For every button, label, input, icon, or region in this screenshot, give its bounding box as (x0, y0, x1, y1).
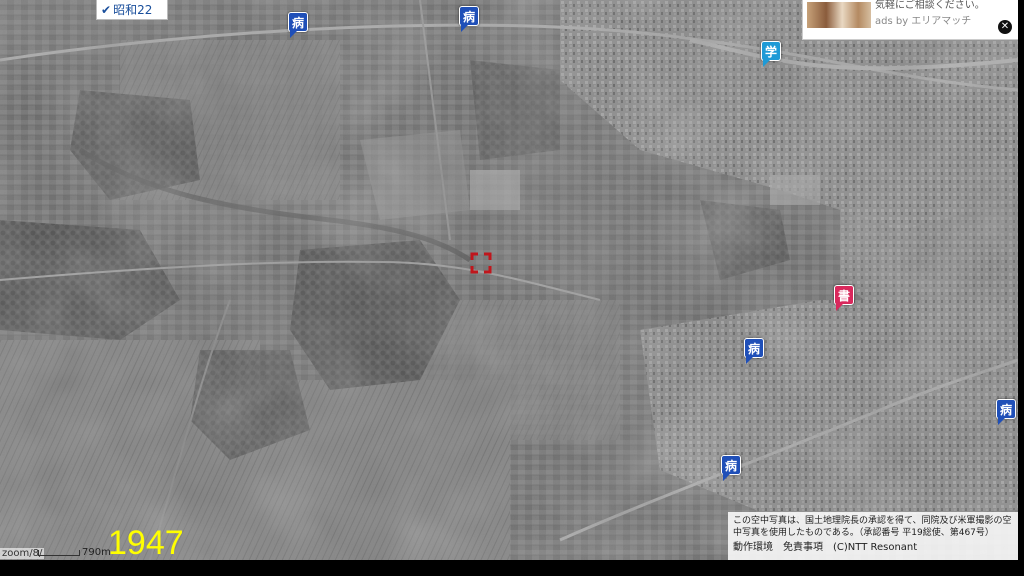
link-environment[interactable]: 動作環境 (733, 542, 773, 554)
hospital-icon: 病 (288, 12, 308, 32)
map-viewer: ✔ 昭和22 病 病 学 書 病 病 病 気軽にご相談ください。 ads by … (0, 0, 1024, 576)
era-label: 昭和22 (113, 3, 153, 17)
marker-pointer (763, 59, 771, 67)
marker-pointer (723, 473, 731, 481)
link-copyright[interactable]: (C)NTT Resonant (833, 542, 917, 554)
year-label: 1947 (108, 524, 184, 562)
bottom-bar (0, 560, 1024, 576)
hospital-marker[interactable]: 病 (459, 6, 479, 32)
copyright-notice: この空中写真は、国土地理院長の承認を得て、同院及び米軍撮影の空中写真を使用したも… (728, 512, 1018, 560)
hospital-marker[interactable]: 病 (744, 338, 764, 364)
marker-pointer (998, 417, 1006, 425)
hospital-icon: 病 (721, 455, 741, 475)
copyright-note: この空中写真は、国土地理院長の承認を得て、同院及び米軍撮影の空中写真を使用したも… (733, 516, 1012, 538)
marker-pointer (746, 356, 754, 364)
hospital-icon: 病 (459, 6, 479, 26)
hospital-icon: 病 (744, 338, 764, 358)
era-checkbox-showa22[interactable]: ✔ 昭和22 (96, 0, 168, 20)
scale-distance: 790m (82, 547, 111, 558)
checkmark-icon: ✔ (101, 2, 112, 17)
school-marker[interactable]: 学 (761, 41, 781, 67)
hospital-marker[interactable]: 病 (721, 455, 741, 481)
ad-text[interactable]: 気軽にご相談ください。 (875, 0, 985, 11)
ad-attribution[interactable]: ads by エリアマッチ (875, 12, 971, 27)
aerial-photo-map[interactable] (0, 0, 1024, 560)
aerial-photo (0, 0, 1024, 560)
center-crosshair-icon (470, 252, 492, 274)
hospital-marker[interactable]: 病 (288, 12, 308, 38)
link-disclaimer[interactable]: 免責事項 (783, 542, 823, 554)
marker-pointer (836, 303, 844, 311)
marker-pointer (461, 24, 469, 32)
library-marker[interactable]: 書 (834, 285, 854, 311)
ad-thumbnail[interactable] (807, 2, 871, 28)
hospital-marker[interactable]: 病 (996, 399, 1016, 425)
close-icon[interactable]: ✕ (998, 20, 1012, 34)
marker-pointer (290, 30, 298, 38)
ad-banner[interactable]: 気軽にご相談ください。 ads by エリアマッチ (802, 0, 1018, 40)
footer-links: 動作環境 免責事項 (C)NTT Resonant (733, 542, 1013, 554)
map-edge (1018, 0, 1024, 560)
hospital-icon: 病 (996, 399, 1016, 419)
library-icon: 書 (834, 285, 854, 305)
school-icon: 学 (761, 41, 781, 61)
scale-bar (38, 550, 80, 556)
